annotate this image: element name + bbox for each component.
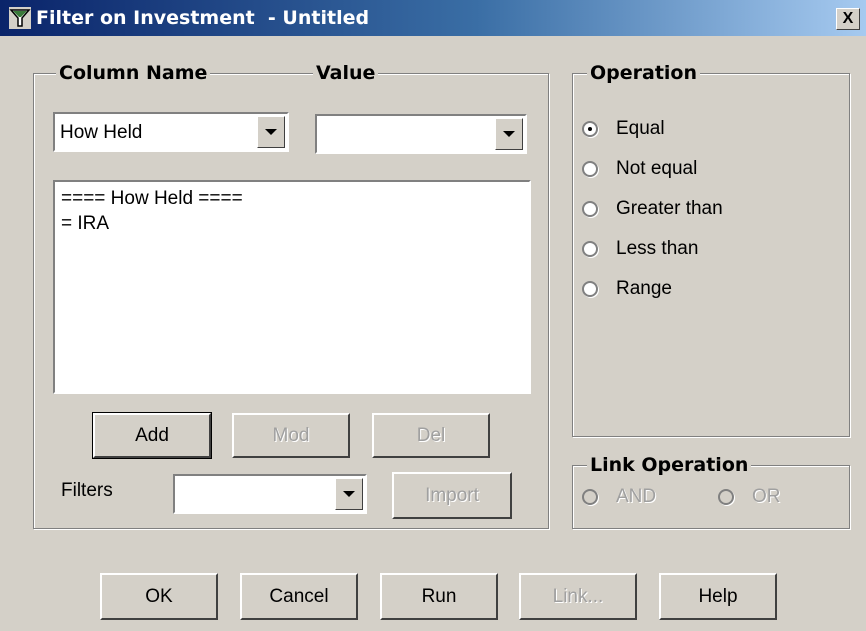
run-button[interactable]: Run <box>380 573 498 620</box>
radio-button[interactable] <box>582 161 598 177</box>
operation-group-box <box>572 73 850 437</box>
radio-and-label: AND <box>616 486 657 507</box>
filters-label: Filters <box>61 480 113 501</box>
operation-label: Operation <box>587 62 701 84</box>
chevron-down-icon[interactable] <box>257 116 285 148</box>
list-item[interactable]: ==== How Held ==== <box>61 186 523 211</box>
del-button[interactable]: Del <box>372 413 490 458</box>
chevron-down-icon[interactable] <box>495 118 523 150</box>
value-select[interactable] <box>315 114 527 154</box>
radio-button[interactable] <box>718 489 734 505</box>
radio-button[interactable] <box>582 281 598 297</box>
add-button[interactable]: Add <box>92 412 212 459</box>
criteria-listbox[interactable]: ==== How Held ==== = IRA <box>53 180 531 394</box>
close-button[interactable]: X <box>836 8 860 30</box>
value-label: Value <box>313 62 379 84</box>
radio-less-than-label: Less than <box>616 238 699 259</box>
link-operation-label: Link Operation <box>587 454 752 476</box>
column-name-select-value: How Held <box>60 122 143 143</box>
ok-button[interactable]: OK <box>100 573 218 620</box>
chevron-down-icon[interactable] <box>335 478 363 510</box>
filters-select[interactable] <box>173 474 367 514</box>
radio-button[interactable] <box>582 241 598 257</box>
radio-range-label: Range <box>616 278 672 299</box>
list-item[interactable]: = IRA <box>61 211 523 236</box>
radio-button[interactable] <box>582 201 598 217</box>
filter-funnel-icon <box>9 7 31 29</box>
title-bar: Filter on Investment - Untitled X <box>0 0 866 36</box>
help-button[interactable]: Help <box>659 573 777 620</box>
radio-button[interactable] <box>582 121 598 137</box>
column-name-label: Column Name <box>56 62 211 84</box>
import-button[interactable]: Import <box>392 472 512 519</box>
cancel-button[interactable]: Cancel <box>240 573 358 620</box>
radio-equal-label: Equal <box>616 118 665 139</box>
link-button[interactable]: Link... <box>519 573 637 620</box>
radio-or-label: OR <box>752 486 781 507</box>
radio-greater-than-label: Greater than <box>616 198 723 219</box>
radio-button[interactable] <box>582 489 598 505</box>
column-name-select[interactable]: How Held <box>53 112 289 152</box>
radio-not-equal-label: Not equal <box>616 158 698 179</box>
window-title: Filter on Investment - Untitled <box>36 7 370 29</box>
mod-button[interactable]: Mod <box>232 413 350 458</box>
